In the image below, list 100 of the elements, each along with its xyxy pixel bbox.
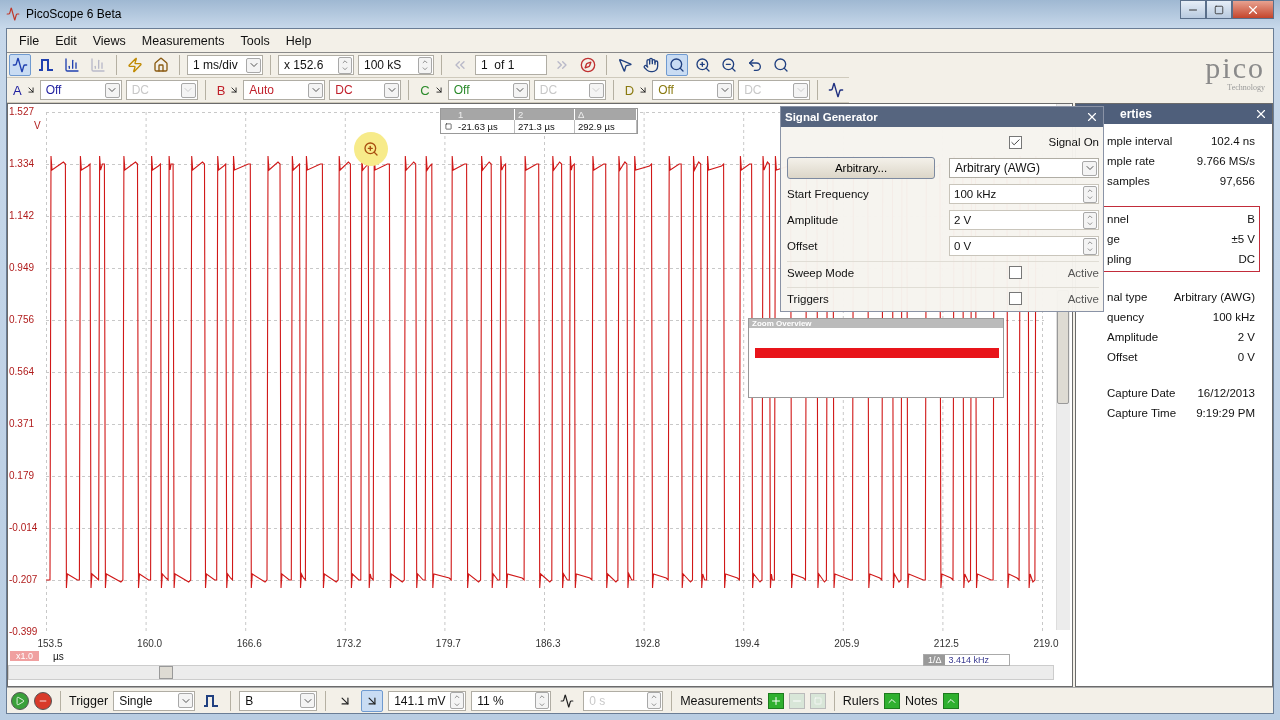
pre-trigger-spinbox[interactable]: 11 % xyxy=(471,690,552,711)
bar-chart-icon xyxy=(90,57,106,73)
panel-title: erties xyxy=(1120,107,1153,121)
close-icon[interactable] xyxy=(1254,107,1268,121)
property-value: 100 kHz xyxy=(1212,311,1255,323)
menu-item[interactable]: Views xyxy=(86,31,132,50)
value-spinbox[interactable]: 2 V xyxy=(949,210,1099,230)
channel-label: A xyxy=(13,82,22,98)
spinner-icon xyxy=(647,692,662,709)
arbitrary-button[interactable]: Arbitrary... xyxy=(787,157,935,179)
ruler-value: 271.3 µs xyxy=(515,120,575,133)
menu-item[interactable]: Help xyxy=(279,31,318,50)
signal-type-dropdown[interactable]: Arbitrary (AWG) xyxy=(949,158,1099,178)
trigger-source-dropdown[interactable]: B xyxy=(239,690,318,711)
magnifier-icon xyxy=(669,57,685,73)
property-label: Capture Date xyxy=(1107,387,1176,399)
notes-label: Notes xyxy=(904,693,938,708)
falling-edge-button[interactable] xyxy=(361,689,384,712)
spinner-icon xyxy=(1083,185,1097,203)
channel-options-icon[interactable] xyxy=(433,85,444,95)
property-label: ge xyxy=(1107,233,1120,245)
waveform-icon xyxy=(828,82,845,98)
signal-on-checkbox[interactable] xyxy=(1009,135,1023,149)
zoom-in-icon xyxy=(695,57,711,73)
notes-button[interactable] xyxy=(942,692,959,709)
caret-icon xyxy=(384,82,400,98)
field-label: Offset xyxy=(787,240,818,252)
samples-spinbox[interactable]: 100 kS xyxy=(358,55,434,75)
ruler-marker-icon xyxy=(444,123,452,130)
y-axis-label: -0.014 xyxy=(8,522,39,534)
property-value: 9.766 MS/s xyxy=(1196,155,1255,167)
x-axis-label: 219.0 xyxy=(1032,638,1060,649)
timebase-dropdown[interactable]: 1 ms/div xyxy=(187,55,263,75)
channel-options-icon[interactable] xyxy=(229,85,240,95)
home-icon xyxy=(153,57,169,73)
menu-item[interactable]: Measurements xyxy=(135,31,231,50)
menu-item[interactable]: File xyxy=(13,31,46,50)
minimize-button[interactable] xyxy=(1180,0,1206,19)
square-wave-icon xyxy=(38,57,54,73)
option-checkbox[interactable] xyxy=(1008,292,1022,305)
trigger-mode-dropdown[interactable]: Single xyxy=(113,690,196,711)
frequency-value: 3.414 kHz xyxy=(947,655,990,665)
add-measurement-button[interactable] xyxy=(767,692,784,709)
threshold-spinbox[interactable]: 141.1 mV xyxy=(388,690,467,711)
channel-label: B xyxy=(216,82,226,98)
stop-button[interactable] xyxy=(34,691,52,710)
caret-icon xyxy=(1082,160,1097,176)
range-dropdown[interactable]: Off xyxy=(39,80,122,100)
caret-icon xyxy=(308,82,324,98)
scope-view-button[interactable] xyxy=(9,54,31,76)
menu-item[interactable]: Edit xyxy=(49,31,83,50)
range-dropdown[interactable]: Off xyxy=(447,80,530,100)
property-value: 9:19:29 PM xyxy=(1196,407,1255,419)
maximize-button[interactable] xyxy=(1206,0,1232,19)
zoom-spinbox[interactable]: x 152.6 xyxy=(278,55,354,75)
close-icon[interactable] xyxy=(1085,110,1099,124)
range-dropdown[interactable]: Auto xyxy=(243,80,326,100)
property-label: mple interval xyxy=(1107,135,1173,147)
value-spinbox[interactable]: 100 kHz xyxy=(949,184,1099,204)
rulers-button[interactable] xyxy=(883,692,900,709)
play-icon xyxy=(15,695,25,706)
channel-options-icon[interactable] xyxy=(638,85,649,95)
undo-icon xyxy=(747,57,763,73)
property-value: 16/12/2013 xyxy=(1197,387,1255,399)
caret-icon xyxy=(178,693,194,708)
plus-icon xyxy=(769,694,782,707)
channel-options-icon[interactable] xyxy=(25,85,36,95)
option-state-label: Active xyxy=(1067,266,1099,279)
waveform-icon xyxy=(560,693,575,708)
option-label: Sweep Mode xyxy=(787,266,855,279)
ruler-value: -21.63 µs xyxy=(455,120,515,133)
panel-title: Signal Generator xyxy=(785,111,878,123)
property-value: 97,656 xyxy=(1219,175,1255,187)
company-logo: pico Technology xyxy=(1204,53,1266,94)
buffer-field[interactable]: 1 of 1 xyxy=(475,55,547,75)
ruler-value: 292.9 µs xyxy=(575,120,637,133)
start-button[interactable] xyxy=(11,691,29,710)
coupling-dropdown[interactable]: DC xyxy=(329,80,402,100)
range-dropdown[interactable]: Off xyxy=(652,80,735,100)
option-label: Triggers xyxy=(787,292,829,305)
property-value: DC xyxy=(1238,253,1255,265)
caret-icon xyxy=(246,57,261,73)
y-axis-label: 0.949 xyxy=(8,262,36,274)
horizontal-scrollbar[interactable] xyxy=(8,665,1054,680)
zoom-out-icon xyxy=(721,57,737,73)
y-axis-label: 1.334 xyxy=(8,158,36,170)
close-button[interactable] xyxy=(1232,0,1274,19)
y-axis-label: 0.756 xyxy=(8,314,36,326)
option-checkbox[interactable] xyxy=(1008,266,1022,279)
property-value: ±5 V xyxy=(1231,233,1255,245)
caret-icon xyxy=(717,82,733,98)
field-label: Amplitude xyxy=(787,214,839,226)
zoom-cursor-icon xyxy=(354,132,388,166)
menu-item[interactable]: Tools xyxy=(234,31,276,50)
y-axis-label: -0.399 xyxy=(8,626,39,638)
value-spinbox[interactable]: 0 V xyxy=(949,236,1099,256)
spinner-icon xyxy=(338,56,352,74)
lightning-icon xyxy=(127,57,143,73)
y-axis-label: 0.564 xyxy=(8,366,36,378)
zoom-box-button[interactable] xyxy=(666,54,688,76)
